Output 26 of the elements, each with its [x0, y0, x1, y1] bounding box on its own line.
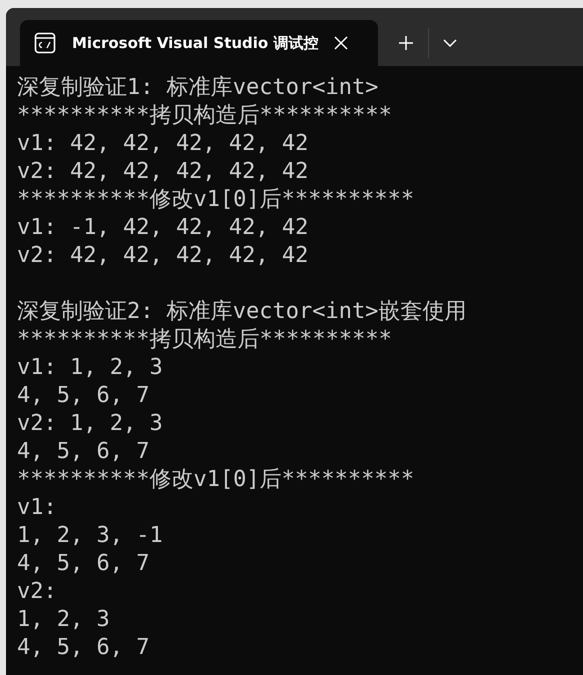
console-line: v1: -1, 42, 42, 42, 42 — [17, 214, 310, 242]
console-line: **********修改v1[0]后********** — [17, 466, 416, 494]
terminal-tab[interactable]: Microsoft Visual Studio 调试控 — [20, 20, 378, 66]
console-line: 1, 2, 3 — [17, 606, 111, 634]
close-icon[interactable] — [334, 36, 348, 50]
console-line: **********拷贝构造后********** — [17, 326, 393, 354]
console-line: 4, 5, 6, 7 — [17, 550, 150, 578]
console-line: v1: 42, 42, 42, 42, 42 — [17, 130, 310, 158]
tab-title: Microsoft Visual Studio 调试控 — [72, 34, 318, 52]
console-line: 4, 5, 6, 7 — [17, 438, 150, 466]
console-line: **********拷贝构造后********** — [17, 102, 393, 130]
terminal-icon — [34, 32, 56, 54]
console-line: 深复制验证1: 标准库vector<int> — [17, 74, 380, 102]
console-line: 深复制验证2: 标准库vector<int>嵌套使用 — [17, 298, 468, 326]
new-tab-plus-icon[interactable] — [398, 35, 414, 51]
console-line: 1, 2, 3, -1 — [17, 522, 164, 550]
console-line: v2: — [17, 578, 58, 606]
console-line: 4, 5, 6, 7 — [17, 382, 150, 410]
console-line: 4, 5, 6, 7 — [17, 634, 150, 662]
console-line: **********修改v1[0]后********** — [17, 186, 416, 214]
console-line: v2: 42, 42, 42, 42, 42 — [17, 242, 310, 270]
console-line: v1: — [17, 494, 58, 522]
console-line: v2: 1, 2, 3 — [17, 410, 164, 438]
dropdown-chevron-icon[interactable] — [443, 39, 457, 47]
console-line: v1: 1, 2, 3 — [17, 354, 164, 382]
console-line: v2: 42, 42, 42, 42, 42 — [17, 158, 310, 186]
